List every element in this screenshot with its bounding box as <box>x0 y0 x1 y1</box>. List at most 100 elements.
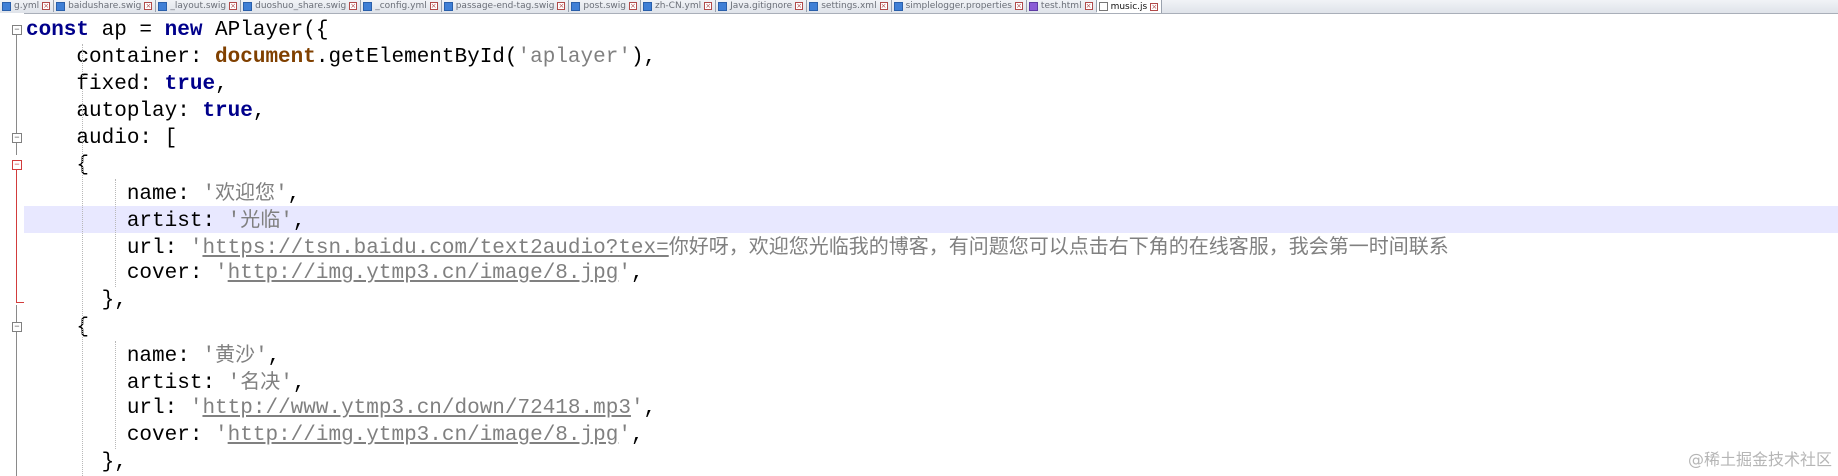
code-text: , <box>252 100 266 123</box>
quote: ' <box>189 397 203 420</box>
code-text: name: <box>126 183 203 206</box>
quote: ' <box>227 210 241 233</box>
file-icon <box>158 1 168 11</box>
code-text: , <box>292 372 306 395</box>
close-icon[interactable]: × <box>42 2 51 10</box>
tab-config-yml[interactable]: _config.yml × <box>361 0 442 12</box>
close-icon[interactable]: × <box>704 2 713 10</box>
code-text: url: <box>126 397 190 420</box>
url-link[interactable]: http://www.ytmp3.cn/down/72418.mp3 <box>202 397 630 420</box>
code-text: autoplay: <box>76 100 203 123</box>
code-line-6: { <box>0 152 1838 179</box>
file-icon <box>571 1 581 11</box>
quote: ' <box>215 424 228 447</box>
tab-passage-end-tag-swig[interactable]: passage-end-tag.swig × <box>442 0 570 12</box>
file-icon <box>443 1 453 11</box>
code-text: }, <box>101 451 127 474</box>
code-line-15: url: 'http://www.ytmp3.cn/down/72418.mp3… <box>0 395 1838 422</box>
quote: ' <box>227 372 241 395</box>
tab-post-swig[interactable]: post.swig × <box>569 0 641 12</box>
tab-label: _config.yml <box>375 1 427 11</box>
code-text: container: <box>76 46 216 69</box>
code-line-3: fixed: true, <box>0 71 1838 98</box>
quote: ' <box>280 210 293 233</box>
close-icon[interactable]: × <box>144 2 153 10</box>
code-editor[interactable]: const ap = new APlayer({ container: docu… <box>0 13 1838 476</box>
quote: ' <box>189 237 203 260</box>
watermark: @稀土掘金技术社区 <box>1687 450 1832 469</box>
close-icon[interactable]: × <box>879 2 888 10</box>
code-line-9: url: 'https://tsn.baidu.com/text2audio?t… <box>0 233 1838 260</box>
quote: ' <box>202 183 216 206</box>
fold-toggle-icon[interactable]: − <box>12 322 22 332</box>
tab-label: test.html <box>1040 1 1082 11</box>
tab-label: g.yml <box>14 1 40 11</box>
code-text: name: <box>126 345 203 368</box>
file-tab-bar: g.yml × baidushare.swig × _layout.swig × du… <box>0 0 1838 14</box>
url-link[interactable]: https://tsn.baidu.com/text2audio?tex= <box>202 237 668 260</box>
code-text: APlayer({ <box>202 19 329 42</box>
string-literal: 欢迎您 <box>215 180 276 204</box>
object-name: document <box>215 46 316 69</box>
fold-margin: − − − − <box>0 13 24 476</box>
code-text: ), <box>630 46 657 69</box>
tab-music-js[interactable]: music.js × <box>1096 0 1163 13</box>
tab-zh-cn-yml[interactable]: zh-CN.yml × <box>641 0 717 12</box>
close-icon[interactable]: × <box>795 2 804 10</box>
close-icon[interactable]: × <box>229 2 238 10</box>
quote: ' <box>280 372 293 395</box>
tab-layout-swig[interactable]: _layout.swig × <box>156 0 242 12</box>
file-icon <box>642 1 652 11</box>
close-icon[interactable]: × <box>349 2 358 10</box>
code-text: fixed: <box>76 73 165 96</box>
indent-guide <box>115 341 116 449</box>
url-link[interactable]: http://img.ytmp3.cn/image/8.jpg <box>228 424 619 447</box>
close-icon[interactable]: × <box>1014 2 1023 10</box>
file-icon <box>718 1 728 11</box>
string-literal: 光临 <box>240 207 281 231</box>
code-text: , <box>643 397 657 420</box>
close-icon[interactable]: × <box>429 2 438 10</box>
quote: ' <box>255 345 268 368</box>
tab-java-gitignore[interactable]: Java.gitignore × <box>716 0 808 12</box>
fold-toggle-icon[interactable]: − <box>12 133 22 143</box>
quote: ' <box>215 262 228 285</box>
tab-test-html[interactable]: test.html × <box>1027 0 1097 12</box>
keyword: const <box>26 19 90 42</box>
string-literal: 'aplayer' <box>517 46 631 69</box>
tab-label: _layout.swig <box>170 1 227 11</box>
tab-label: music.js <box>1110 1 1148 12</box>
close-icon[interactable]: × <box>1150 2 1159 11</box>
code-line-11: }, <box>0 287 1838 314</box>
file-icon <box>363 1 373 11</box>
tab-simplelogger-properties[interactable]: simplelogger.properties × <box>892 0 1027 12</box>
tab-baidushare-swig[interactable]: baidushare.swig × <box>54 0 157 12</box>
code-text: , <box>630 262 644 285</box>
html-file-icon <box>1028 1 1038 11</box>
fold-line <box>16 332 17 476</box>
fold-line-active <box>16 170 17 303</box>
tab-g-yml[interactable]: g.yml × <box>0 0 55 12</box>
close-icon[interactable]: × <box>557 2 566 10</box>
quote: ' <box>630 397 644 420</box>
indent-guide <box>82 44 83 476</box>
code-text: , <box>630 424 644 447</box>
code-line-7: name: '欢迎您', <box>0 179 1838 206</box>
code-text: artist: <box>126 210 228 233</box>
tab-duoshuo-share-swig[interactable]: duoshuo_share.swig × <box>241 0 362 12</box>
close-icon[interactable]: × <box>1084 2 1093 10</box>
string-literal: 黄沙 <box>215 342 256 366</box>
tab-label: duoshuo_share.swig <box>255 1 347 11</box>
indent-guide <box>115 179 116 287</box>
fold-line <box>16 143 17 155</box>
url-link[interactable]: http://img.ytmp3.cn/image/8.jpg <box>228 262 619 285</box>
tab-label: Java.gitignore <box>730 1 793 11</box>
tab-settings-xml[interactable]: settings.xml × <box>807 0 892 12</box>
string-literal: 名决 <box>240 369 281 393</box>
js-file-icon <box>1098 2 1108 11</box>
close-icon[interactable]: × <box>628 2 637 10</box>
fold-toggle-icon[interactable]: − <box>12 160 22 170</box>
fold-toggle-icon[interactable]: − <box>12 25 22 35</box>
code-line-16: cover: 'http://img.ytmp3.cn/image/8.jpg'… <box>0 422 1838 449</box>
code-line-4: autoplay: true, <box>0 98 1838 125</box>
